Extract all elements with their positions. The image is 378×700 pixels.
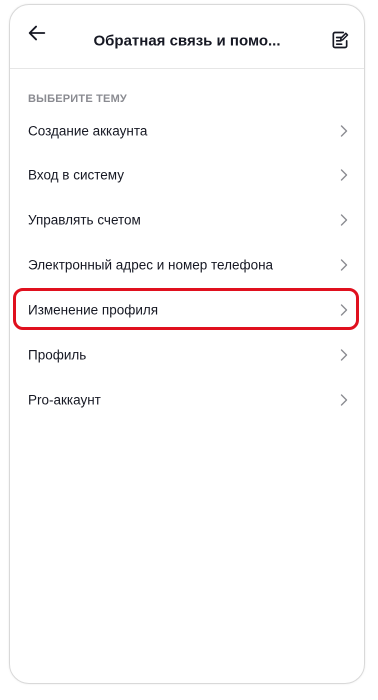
topic-item-manage-account[interactable]: Управлять счетом [10, 198, 364, 242]
app-screen: Обратная связь и помо... ВЫБЕРИТЕ ТЕМУ С… [9, 4, 365, 684]
chevron-right-icon [340, 125, 348, 137]
topic-label: Pro-аккаунт [28, 392, 101, 408]
topic-label: Управлять счетом [28, 212, 141, 228]
topic-item-pro-account[interactable]: Pro-аккаунт [10, 378, 364, 422]
chevron-right-icon [340, 304, 348, 316]
chevron-right-icon [340, 214, 348, 226]
page-title: Обратная связь и помо... [93, 32, 281, 50]
topic-label: Изменение профиля [28, 302, 159, 318]
chevron-right-icon [340, 394, 348, 406]
chevron-right-icon [340, 259, 348, 271]
chevron-right-icon [340, 169, 348, 181]
edit-note-icon[interactable] [330, 30, 350, 50]
back-arrow-icon[interactable] [26, 22, 48, 44]
topic-item-create-account[interactable]: Создание аккаунта [10, 109, 364, 153]
topic-item-login[interactable]: Вход в систему [10, 153, 364, 197]
topic-item-profile[interactable]: Профиль [10, 333, 364, 377]
topic-label: Создание аккаунта [28, 123, 148, 139]
topic-label: Профиль [28, 347, 87, 363]
section-header: ВЫБЕРИТЕ ТЕМУ [28, 93, 127, 105]
chevron-right-icon [340, 349, 348, 361]
topic-label: Вход в систему [28, 167, 124, 183]
topic-label: Электронный адрес и номер телефона [28, 257, 274, 273]
topic-item-edit-profile[interactable]: Изменение профиля [10, 288, 364, 332]
topic-item-email-phone[interactable]: Электронный адрес и номер телефона [10, 243, 364, 287]
top-app-bar: Обратная связь и помо... [10, 5, 364, 69]
